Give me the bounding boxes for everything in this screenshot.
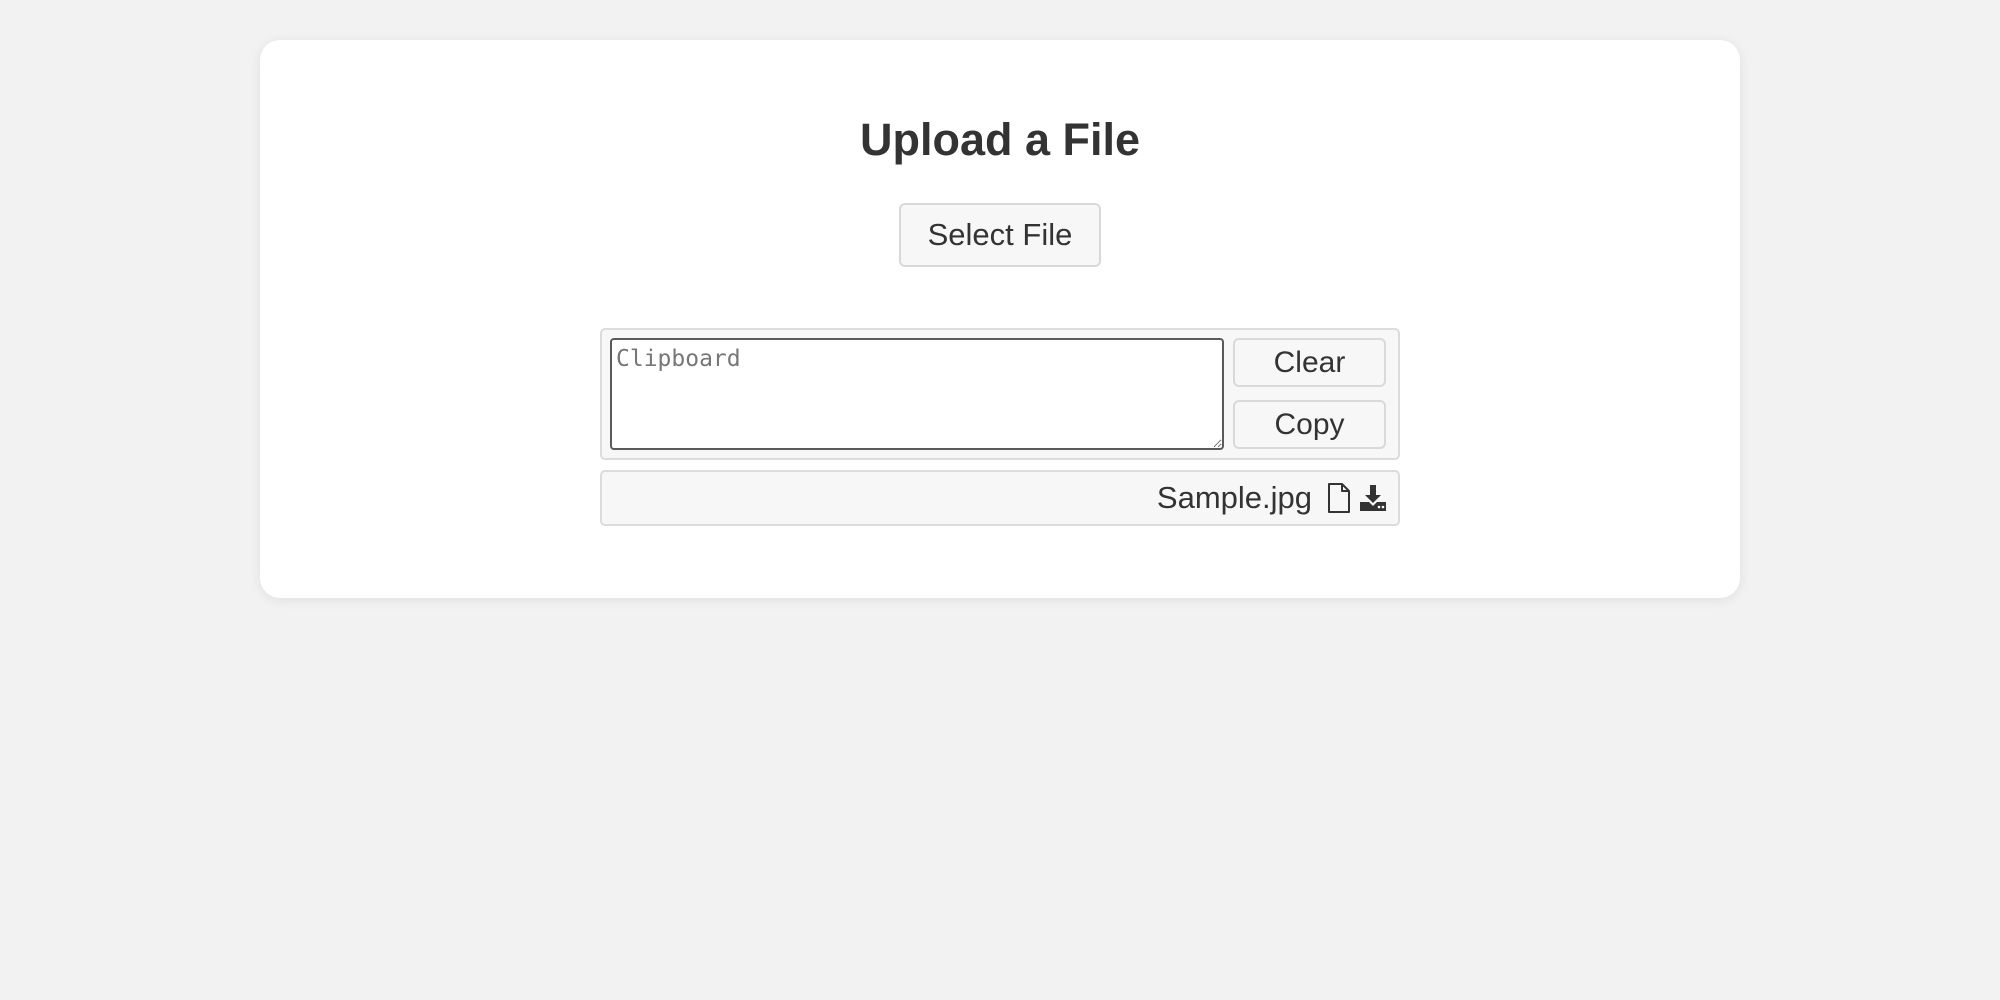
page-title: Upload a File: [859, 114, 1141, 165]
select-file-button[interactable]: Select File: [899, 203, 1101, 267]
copy-button[interactable]: Copy: [1233, 400, 1386, 449]
clipboard-panel: Clear Copy: [600, 328, 1400, 460]
file-name: Sample.jpg: [1156, 480, 1312, 515]
file-icon[interactable]: [1324, 482, 1354, 514]
clear-button[interactable]: Clear: [1233, 338, 1386, 387]
download-icon[interactable]: [1358, 482, 1388, 514]
file-row: Sample.jpg: [600, 470, 1400, 526]
clipboard-textarea[interactable]: [610, 338, 1224, 450]
